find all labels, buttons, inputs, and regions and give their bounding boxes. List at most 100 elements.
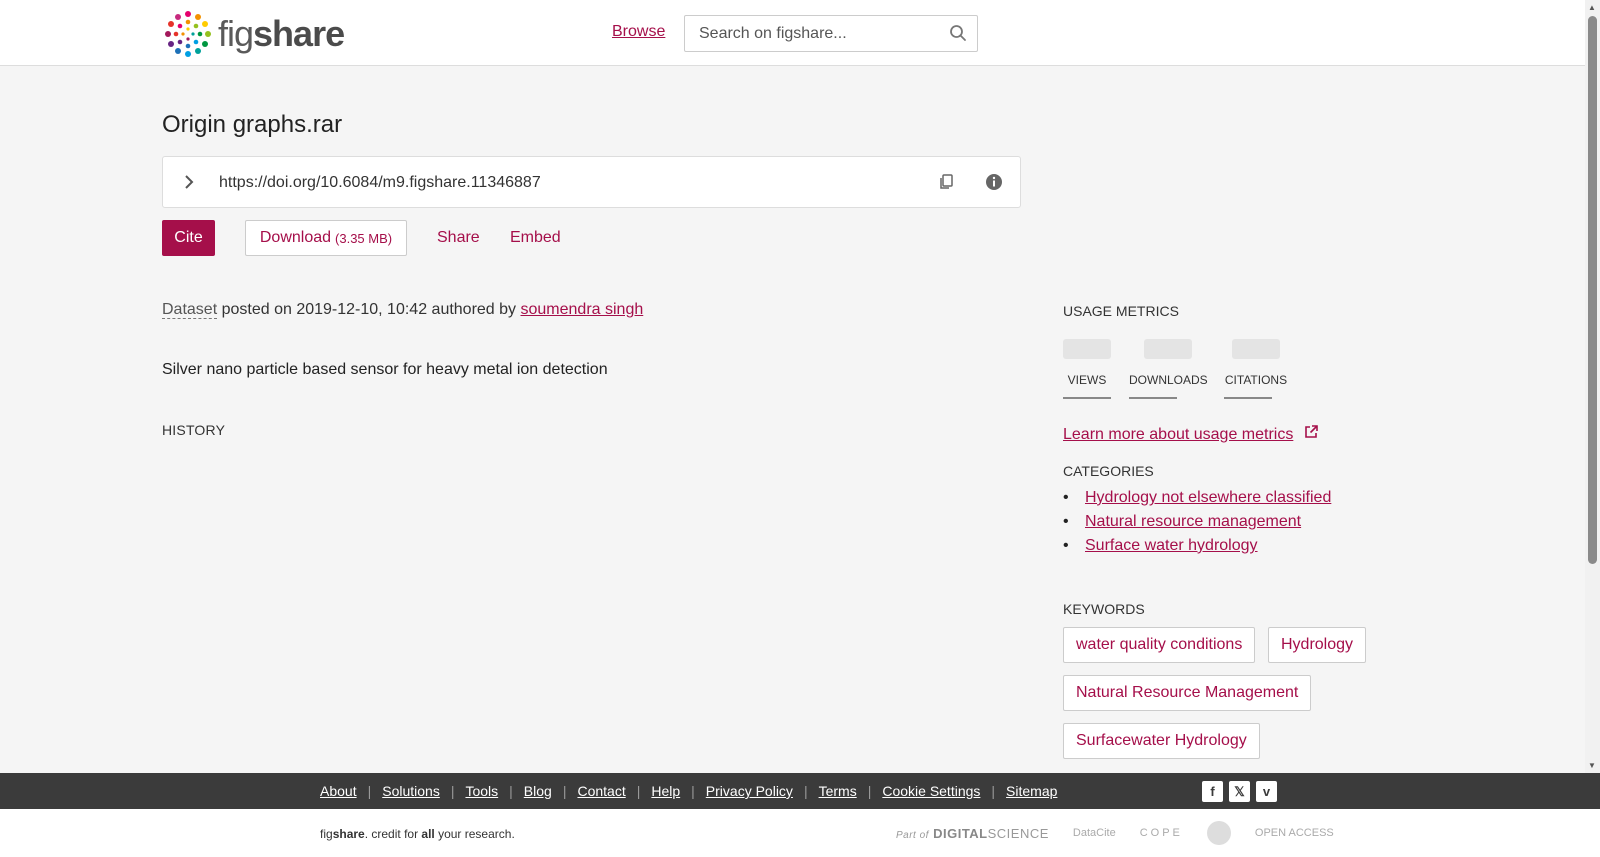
keyword-tag[interactable]: Hydrology: [1268, 627, 1367, 663]
list-item: Surface water hydrology: [1063, 537, 1331, 555]
cope-logo[interactable]: COPE: [1140, 827, 1183, 839]
category-link[interactable]: Surface water hydrology: [1085, 537, 1258, 554]
footer-link-help[interactable]: Help: [651, 783, 680, 799]
citations-underline: [1224, 397, 1272, 399]
external-link-icon: [1303, 424, 1319, 445]
tagline-end: your research.: [434, 827, 515, 841]
logo-fig-text: fig: [218, 13, 254, 54]
citations-label: CITATIONS: [1224, 373, 1288, 387]
download-button[interactable]: Download (3.35 MB): [245, 220, 407, 256]
ds-digital-text: DIGITAL: [933, 825, 988, 841]
footer-link-about[interactable]: About: [320, 783, 357, 799]
downloads-count-placeholder: [1144, 339, 1192, 359]
footer-link-sitemap[interactable]: Sitemap: [1006, 783, 1057, 799]
seal-logo-icon[interactable]: [1206, 821, 1231, 845]
views-label: VIEWS: [1067, 373, 1107, 387]
footer-bottom: figshare. credit for all your research. …: [0, 809, 1600, 857]
footer-link-tools[interactable]: Tools: [465, 783, 498, 799]
share-link[interactable]: Share: [437, 229, 480, 247]
figshare-logo[interactable]: figshare: [162, 8, 345, 60]
footer-tagline: figshare. credit for all your research.: [320, 827, 515, 841]
scroll-up-arrow-icon[interactable]: ▲: [1588, 3, 1596, 12]
learn-usage-metrics-link[interactable]: Learn more about usage metrics: [1063, 424, 1319, 445]
item-type[interactable]: Dataset: [162, 301, 218, 319]
views-count-placeholder: [1063, 339, 1111, 359]
tagline-all: all: [421, 827, 435, 841]
metric-views[interactable]: VIEWS: [1063, 339, 1111, 399]
learn-more-text: Learn more about usage metrics: [1063, 425, 1294, 443]
separator: |: [367, 783, 372, 799]
downloads-label: DOWNLOADS: [1129, 373, 1208, 387]
page-scrollbar[interactable]: ▲ ▼: [1585, 0, 1600, 773]
partner-logos: Part of DIGITALSCIENCE DataCite COPE OPE…: [896, 821, 1334, 845]
footer-bar: About | Solutions | Tools | Blog | Contact | …: [0, 773, 1600, 809]
separator: |: [867, 783, 872, 799]
footer-link-terms[interactable]: Terms: [819, 783, 857, 799]
search-input[interactable]: [685, 16, 925, 51]
keywords-heading: KEYWORDS: [1063, 601, 1145, 617]
usage-metrics-heading: USAGE METRICS: [1063, 303, 1179, 319]
page-title: Origin graphs.rar: [162, 111, 343, 138]
categories-heading: CATEGORIES: [1063, 463, 1154, 479]
citations-count-placeholder: [1232, 339, 1280, 359]
separator: |: [450, 783, 455, 799]
metric-downloads[interactable]: DOWNLOADS: [1129, 339, 1208, 399]
open-access-logo[interactable]: OPEN ACCESS: [1255, 827, 1334, 839]
doi-link-text[interactable]: https://doi.org/10.6084/m9.figshare.1134…: [219, 174, 541, 192]
categories-list: Hydrology not elsewhere classified Natur…: [1063, 489, 1331, 561]
scroll-down-arrow-icon[interactable]: ▼: [1588, 761, 1596, 770]
views-underline: [1063, 397, 1111, 399]
separator: |: [991, 783, 996, 799]
keyword-tag[interactable]: Natural Resource Management: [1063, 675, 1312, 711]
chevron-right-icon[interactable]: [181, 173, 197, 196]
keyword-tag[interactable]: water quality conditions: [1063, 627, 1256, 663]
datacite-logo[interactable]: DataCite: [1073, 827, 1116, 839]
separator: |: [562, 783, 567, 799]
footer-link-contact[interactable]: Contact: [577, 783, 625, 799]
cite-button[interactable]: Cite: [162, 220, 215, 256]
embed-link[interactable]: Embed: [510, 229, 561, 247]
search-icon[interactable]: [949, 24, 967, 47]
logo-share-text: share: [253, 13, 345, 54]
separator: |: [636, 783, 641, 799]
footer-link-cookie-settings[interactable]: Cookie Settings: [882, 783, 980, 799]
metric-citations[interactable]: CITATIONS: [1224, 339, 1288, 399]
separator: |: [803, 783, 808, 799]
separator: |: [691, 783, 695, 799]
figshare-logo-icon: [165, 11, 211, 57]
search-box: [684, 15, 978, 52]
list-item: Natural resource management: [1063, 513, 1331, 531]
doi-box: https://doi.org/10.6084/m9.figshare.1134…: [162, 156, 1021, 208]
keyword-tag[interactable]: Surfacewater Hydrology: [1063, 723, 1260, 759]
vimeo-icon[interactable]: v: [1256, 781, 1277, 802]
facebook-icon[interactable]: f: [1202, 781, 1223, 802]
separator: |: [509, 783, 513, 799]
category-link[interactable]: Natural resource management: [1085, 513, 1301, 530]
footer-links: About | Solutions | Tools | Blog | Contact | …: [320, 783, 1057, 799]
tagline-mid: . credit for: [364, 827, 422, 841]
scrollbar-thumb[interactable]: [1588, 16, 1597, 564]
copy-icon[interactable]: [938, 173, 956, 196]
tagline-fig: fig: [320, 827, 333, 841]
download-size: (3.35 MB): [335, 230, 393, 246]
item-description: Silver nano particle based sensor for he…: [162, 361, 608, 378]
list-item: Hydrology not elsewhere classified: [1063, 489, 1331, 507]
digital-science-logo[interactable]: Part of DIGITALSCIENCE: [896, 826, 1049, 841]
history-heading: HISTORY: [162, 422, 226, 438]
info-icon[interactable]: [985, 173, 1003, 196]
logo-wordmark: figshare: [218, 13, 345, 54]
downloads-underline: [1129, 397, 1177, 399]
footer-link-blog[interactable]: Blog: [524, 783, 552, 799]
footer-link-solutions[interactable]: Solutions: [382, 783, 440, 799]
download-label: Download: [259, 229, 332, 246]
site-header: figshare Browse: [0, 0, 1585, 66]
category-link[interactable]: Hydrology not elsewhere classified: [1085, 489, 1331, 506]
footer-link-privacy[interactable]: Privacy Policy: [706, 783, 793, 799]
posted-text: posted on 2019-12-10, 10:42 authored by: [221, 301, 517, 318]
author-link[interactable]: soumendra singh: [521, 301, 644, 318]
item-meta: Dataset posted on 2019-12-10, 10:42 auth…: [162, 301, 643, 319]
browse-link[interactable]: Browse: [612, 23, 665, 41]
x-twitter-icon[interactable]: 𝕏: [1229, 781, 1250, 802]
ds-science-text: SCIENCE: [987, 825, 1049, 841]
tagline-share: share: [332, 827, 365, 841]
